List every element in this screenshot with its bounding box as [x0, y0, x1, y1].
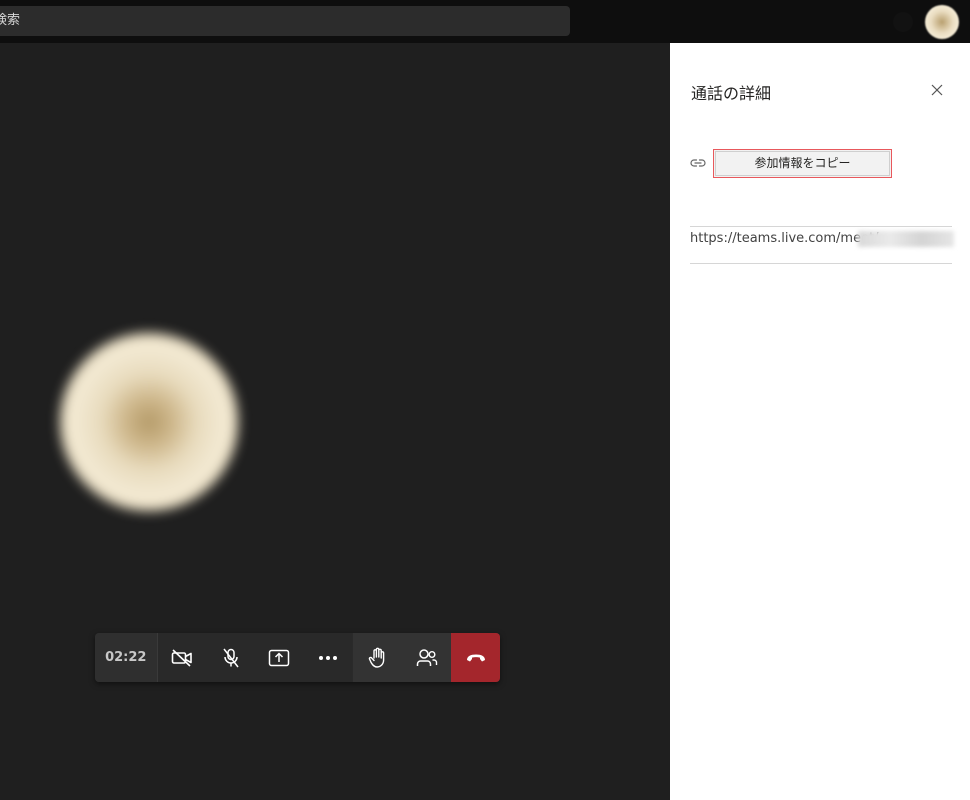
camera-off-icon — [171, 648, 192, 667]
more-icon[interactable] — [893, 12, 913, 32]
meeting-url: https://teams.live.com/meet/ — [690, 231, 879, 246]
mic-off-icon — [223, 648, 239, 667]
redacted-meeting-id — [858, 231, 954, 247]
divider — [690, 263, 952, 264]
copy-join-info-button[interactable]: 参加情報をコピー — [713, 149, 892, 178]
link-icon — [690, 159, 706, 167]
search-input[interactable]: 検索 — [0, 6, 570, 36]
panel-title: 通話の詳細 — [691, 84, 772, 103]
divider — [690, 226, 952, 227]
camera-toggle-button[interactable] — [158, 633, 207, 682]
share-screen-button[interactable] — [255, 633, 304, 682]
more-options-button[interactable] — [304, 633, 353, 682]
call-control-bar: 02:22 — [95, 633, 500, 682]
call-details-panel: 通話の詳細 参加情報をコピー https://teams.live.com/me… — [670, 43, 970, 800]
participant-avatar — [60, 333, 238, 511]
user-avatar[interactable] — [925, 5, 959, 39]
mic-toggle-button[interactable] — [206, 633, 255, 682]
more-options-icon — [319, 655, 337, 660]
raise-hand-button[interactable] — [353, 633, 402, 682]
call-stage — [0, 43, 670, 800]
participants-icon — [416, 648, 438, 666]
raise-hand-icon — [368, 647, 385, 668]
top-bar: 検索 — [0, 0, 970, 43]
hang-up-icon — [466, 654, 485, 661]
close-button[interactable] — [928, 81, 946, 99]
participants-button[interactable] — [402, 633, 451, 682]
secondary-controls — [352, 633, 452, 682]
close-icon — [931, 84, 943, 96]
call-timer: 02:22 — [95, 633, 158, 682]
share-screen-icon — [269, 649, 290, 666]
hang-up-button[interactable] — [451, 633, 500, 682]
